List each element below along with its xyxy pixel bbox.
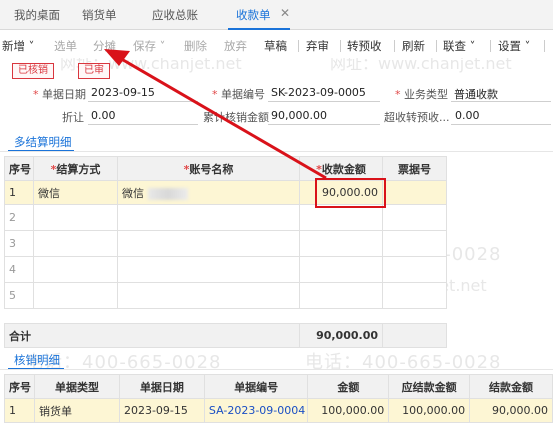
- annotation-arrow-icon: [104, 49, 327, 180]
